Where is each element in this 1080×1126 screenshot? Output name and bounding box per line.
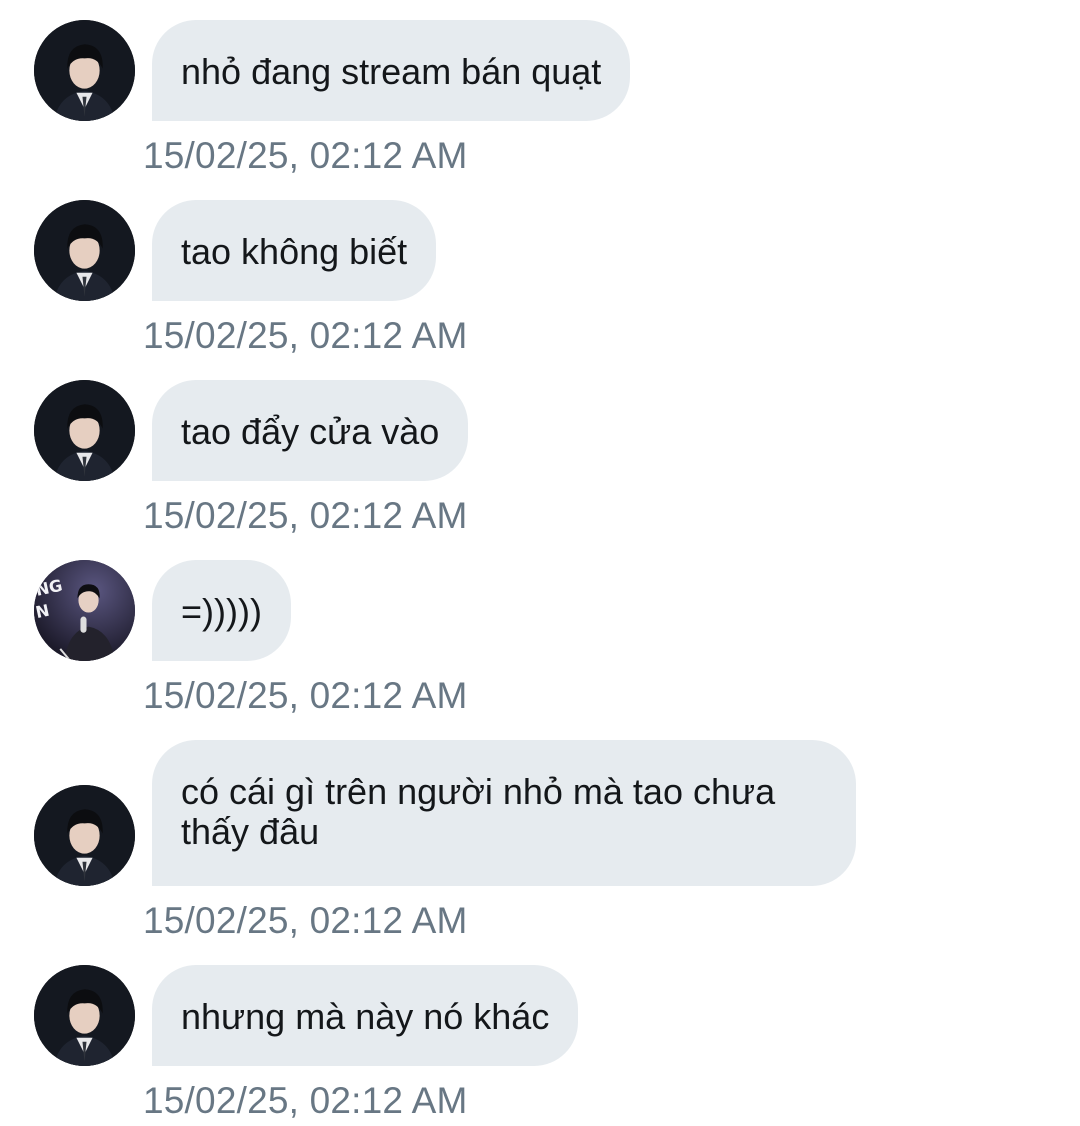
avatar-boy-suit-icon[interactable] [34,20,135,121]
message-bubble[interactable]: có cái gì trên người nhỏ mà tao chưa thấ… [152,740,856,886]
avatar-boy-suit-icon [34,965,135,1066]
avatar-boy-suit-icon[interactable] [34,380,135,481]
message-timestamp: 15/02/25, 02:12 AM [143,675,468,716]
message-timestamp: 15/02/25, 02:12 AM [143,315,468,356]
message-timestamp: 15/02/25, 02:12 AM [143,1080,468,1121]
message-bubble[interactable]: nhỏ đang stream bán quạt [152,20,631,121]
avatar-boy-suit-icon [34,380,135,481]
message-bubble[interactable]: nhưng mà này nó khác [152,965,579,1066]
message-bubble[interactable]: =))))) [152,560,291,661]
avatar-boy-suit-icon [34,785,135,886]
message-timestamp: 15/02/25, 02:12 AM [143,900,468,941]
message-bubble[interactable]: tao đẩy cửa vào [152,380,469,481]
avatar-boy-suit-icon [34,20,135,121]
avatar-stage-singer-icon[interactable]: NG N [34,560,135,661]
avatar-boy-suit-icon [34,200,135,301]
avatar-stage-singer-icon: NG N [34,560,135,661]
message-timestamp: 15/02/25, 02:12 AM [143,495,468,536]
message-timestamp: 15/02/25, 02:12 AM [143,135,468,176]
avatar-boy-suit-icon[interactable] [34,200,135,301]
avatar-boy-suit-icon[interactable] [34,965,135,1066]
message-bubble[interactable]: tao không biết [152,200,437,301]
avatar-boy-suit-icon[interactable] [34,785,135,886]
